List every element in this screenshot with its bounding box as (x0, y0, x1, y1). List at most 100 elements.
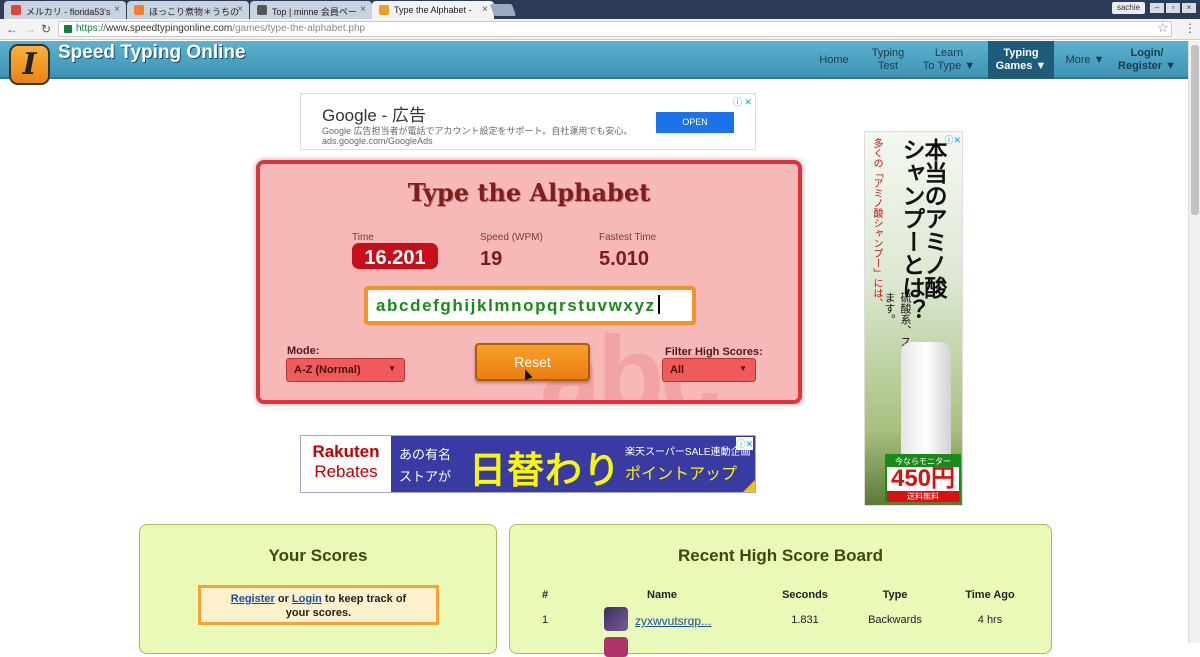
filter-high-scores-select[interactable]: All ▼ (662, 358, 756, 382)
nav-label: More ▼ (1065, 54, 1105, 66)
tab-title: メルカリ - florida53's (26, 7, 111, 17)
notice-text: your scores. (285, 607, 352, 619)
col-header-seconds: Seconds (782, 589, 828, 601)
board-title: Recent High Score Board (678, 546, 883, 565)
ad-close-icon[interactable]: ⓘ✕ (944, 133, 961, 146)
row-time-ago: 4 hrs (977, 614, 1003, 626)
game-title: Type the Alphabet (407, 178, 651, 207)
new-tab-button[interactable] (489, 4, 517, 16)
ad-url: ads.google.com/GoogleAds (322, 136, 433, 146)
col-header-name: Name (647, 589, 677, 601)
banner-sub-text: あの有名 (399, 447, 452, 462)
forward-icon[interactable]: → (24, 22, 36, 36)
google-ad[interactable]: Google - 広告 Google 広告担当者が電話でアカウント設定をサポート… (300, 93, 756, 150)
col-header-rank: # (541, 589, 549, 601)
scrollbar-thumb[interactable] (1191, 45, 1199, 215)
browser-menu-icon[interactable]: ⋮ (1184, 21, 1196, 35)
fastest-time-label: Fastest Time (599, 232, 657, 243)
minne-favicon-icon (257, 5, 267, 15)
banner-sub-text: ストアが (399, 469, 452, 484)
rakuten-ad[interactable]: Rakuten Rebates あの有名 ストアが 日替わり 楽天スーパーSAL… (300, 435, 756, 493)
nav-label: Register ▼ (1118, 60, 1176, 72)
nav-typing-test[interactable]: Typing Test (862, 41, 914, 79)
nav-label: To Type ▼ (922, 60, 976, 72)
browser-tab-bar: メルカリ - florida53's × ほっこり煮物＊うちの × Top | … (0, 0, 1200, 19)
nav-home[interactable]: Home (808, 41, 860, 79)
nav-label: Typing (1003, 47, 1039, 59)
user-avatar[interactable] (604, 637, 628, 657)
notice-text: to keep track of (324, 593, 407, 605)
row-seconds: 1.831 (791, 614, 819, 626)
nav-label: Login/ (1130, 47, 1164, 59)
filter-selected-value: All (670, 364, 685, 376)
mode-select[interactable]: A-Z (Normal) ▼ (286, 358, 405, 382)
row-type: Backwards (868, 614, 922, 626)
reload-icon[interactable]: ↻ (41, 22, 51, 36)
login-link[interactable]: Login (292, 593, 322, 605)
login-notice: Register or Login to keep track of your … (198, 585, 439, 625)
close-tab-icon[interactable]: × (360, 4, 366, 15)
player-name-link[interactable]: zyxwvutsrqp... (635, 614, 711, 628)
col-header-type: Type (882, 589, 908, 601)
close-tab-icon[interactable]: × (482, 4, 488, 15)
page-scrollbar[interactable] (1188, 41, 1200, 643)
browser-tab-minne[interactable]: Top | minne 会員ペー × (250, 1, 372, 19)
site-title[interactable]: Speed Typing Online (58, 42, 246, 64)
maximize-icon[interactable]: ▫ (1166, 3, 1180, 13)
minimize-icon[interactable]: – (1150, 3, 1164, 13)
recipe-favicon-icon (134, 5, 144, 15)
nav-label: Home (819, 54, 849, 66)
your-scores-title: Your Scores (268, 546, 368, 565)
ad-close-icon[interactable]: ⓘ ✕ (733, 95, 752, 108)
window-close-icon[interactable]: × (1182, 3, 1196, 13)
notice-text: or (277, 593, 289, 605)
site-header: I Speed Typing Online Home Typing Test Le… (0, 41, 1188, 85)
profile-chip[interactable]: sachie (1112, 2, 1145, 14)
side-ad-red-text: 多くの「アミノ酸シャンプー」には、 (871, 138, 882, 308)
typing-input[interactable]: abcdefghijklmnopqrstuvwxyz (364, 286, 696, 325)
banner-headline: 日替わり (469, 450, 621, 491)
row-rank: 1 (541, 614, 549, 626)
nav-learn-to-type[interactable]: Learn To Type ▼ (918, 41, 980, 79)
nav-login-register[interactable]: Login/Register ▼ (1116, 41, 1178, 79)
close-tab-icon[interactable]: × (114, 4, 120, 15)
browser-tab-recipe[interactable]: ほっこり煮物＊うちの × (127, 1, 249, 19)
reset-button[interactable]: Reset (475, 343, 590, 381)
banner-corner-icon (743, 480, 755, 492)
user-avatar[interactable] (604, 607, 628, 631)
back-icon[interactable]: ← (6, 22, 18, 36)
time-value: 16.201 (352, 243, 438, 269)
fastest-time-value: 5.010 (599, 248, 650, 270)
typing-favicon-icon (379, 5, 389, 15)
browser-tab-type-alphabet[interactable]: Type the Alphabet - × (372, 1, 494, 19)
register-link[interactable]: Register (231, 593, 275, 605)
nav-label: Games ▼ (995, 60, 1047, 72)
rakuten-logo: Rakuten Rebates (301, 436, 391, 492)
browser-tab-mercari[interactable]: メルカリ - florida53's × (4, 1, 126, 19)
side-ad-price: 今ならモニター 450円 送料無料 (885, 454, 961, 502)
game-panel: abc Type the Alphabet Time 16.201 Speed … (256, 160, 802, 404)
rebates-brand: Rebates (314, 462, 378, 481)
side-ad[interactable]: 本当のアミノ酸 シャンプーとは？ 多くの「アミノ酸シャンプー」には、 硫酸系、ス… (864, 131, 963, 506)
speed-value: 19 (480, 248, 503, 270)
high-score-board: Recent High Score Board # Name Seconds T… (509, 524, 1052, 657)
nav-label: Typing (871, 47, 905, 59)
tab-title: ほっこり煮物＊うちの (149, 7, 240, 17)
nav-more[interactable]: More ▼ (1060, 41, 1110, 79)
url-field[interactable]: https://www.speedtypingonline.com/games/… (58, 21, 1172, 37)
site-logo[interactable]: I (9, 44, 50, 85)
ad-open-button[interactable]: OPEN (656, 112, 734, 133)
address-bar-row: ← → ↻ https://www.speedtypingonline.com/… (0, 19, 1200, 40)
speed-label: Speed (WPM) (480, 232, 543, 243)
banner-point-up: ポイントアップ (625, 466, 738, 483)
url-scheme: https:// (76, 23, 107, 34)
url-host: www.speedtypingonline.com (106, 23, 233, 34)
price-bottom-text: 送料無料 (887, 491, 959, 502)
mode-selected-value: A-Z (Normal) (294, 364, 361, 376)
dropdown-arrow-icon: ▼ (388, 364, 396, 373)
close-tab-icon[interactable]: × (237, 4, 243, 15)
nav-typing-games[interactable]: Typing Games ▼ (988, 41, 1054, 79)
url-path: /games/type-the-alphabet.php (232, 23, 366, 34)
ad-close-icon[interactable]: ⓘ✕ (736, 437, 753, 450)
bookmark-star-icon[interactable]: ☆ (1157, 20, 1169, 36)
